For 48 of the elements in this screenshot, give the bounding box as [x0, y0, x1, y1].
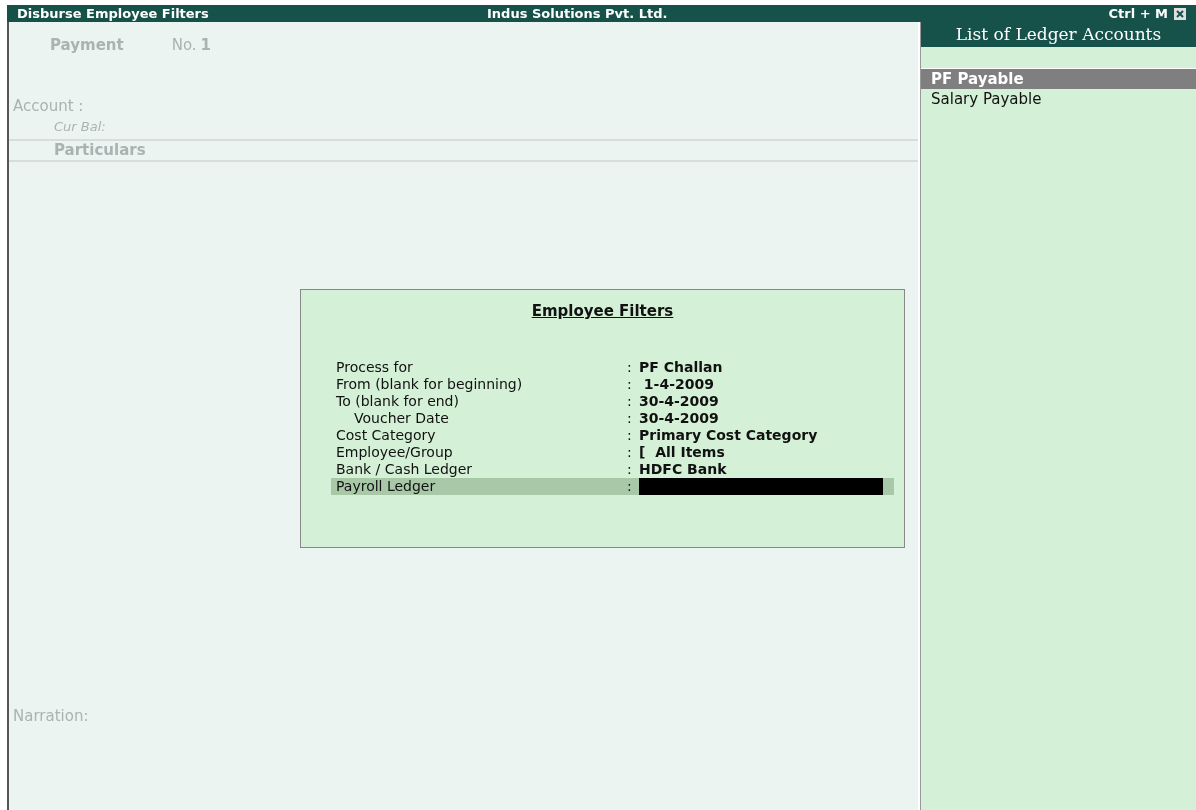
voucher-type: Payment [50, 35, 124, 56]
field-label: Employee/Group [335, 443, 454, 462]
filter-row[interactable]: Voucher Date : 30-4-2009 [331, 409, 894, 427]
company-name: Indus Solutions Pvt. Ltd. [487, 4, 669, 23]
field-value: 1-4-2009 [642, 374, 714, 394]
account-label: Account : [12, 95, 85, 117]
separator: : [627, 408, 633, 428]
separator: : [627, 357, 633, 377]
panel-title: List of Ledger Accounts [955, 22, 1162, 46]
window-title: Disburse Employee Filters [17, 4, 210, 23]
separator: : [627, 374, 633, 394]
separator: : [627, 476, 633, 496]
field-value: PF Challan [639, 357, 723, 377]
filter-row[interactable]: Cost Category : Primary Cost Category [331, 426, 894, 444]
column-heading: Particulars [54, 139, 146, 161]
field-label: Payroll Ledger [335, 477, 437, 496]
filter-row[interactable]: Payroll Ledger : [331, 477, 894, 495]
separator: : [627, 425, 633, 445]
field-label: Cost Category [335, 425, 437, 445]
field-value: 30-4-2009 [639, 391, 719, 411]
input-field[interactable] [639, 477, 883, 495]
filter-row[interactable]: To (blank for end) : 30-4-2009 [331, 392, 894, 410]
balance-label: Cur Bal: [53, 118, 107, 136]
dialog-title: Employee Filters [531, 301, 674, 322]
filter-row[interactable]: Employee/Group : [ All Items [331, 443, 894, 461]
field-label: To (blank for end) [335, 392, 460, 411]
field-value: Primary Cost Category [639, 425, 818, 445]
filter-row[interactable]: Process for : PF Challan [331, 358, 894, 376]
shortcut-label: Ctrl + M [1108, 4, 1168, 23]
field-value: [ All Items [639, 443, 725, 462]
field-label: Voucher Date [353, 408, 450, 428]
separator: : [627, 391, 633, 411]
filter-row[interactable]: From (blank for beginning) : 1-4-2009 [331, 375, 894, 393]
narration-label: Narration: [12, 705, 90, 727]
field-label: Process for [335, 357, 414, 377]
close-icon [1175, 8, 1185, 19]
close-button[interactable] [1174, 7, 1186, 20]
filter-row[interactable]: Bank / Cash Ledger : HDFC Bank [331, 460, 894, 478]
separator: : [627, 442, 633, 462]
field-label: From (blank for beginning) [335, 374, 524, 394]
voucher-number: 1 [200, 35, 212, 56]
ledger-item[interactable]: PF Payable [921, 69, 1196, 89]
separator: : [627, 459, 633, 479]
field-value: 30-4-2009 [639, 408, 719, 428]
number-label: No. [171, 35, 197, 56]
field-label: Bank / Cash Ledger [335, 460, 474, 479]
field-value: HDFC Bank [639, 459, 727, 479]
ledger-item[interactable]: Salary Payable [921, 89, 1196, 109]
